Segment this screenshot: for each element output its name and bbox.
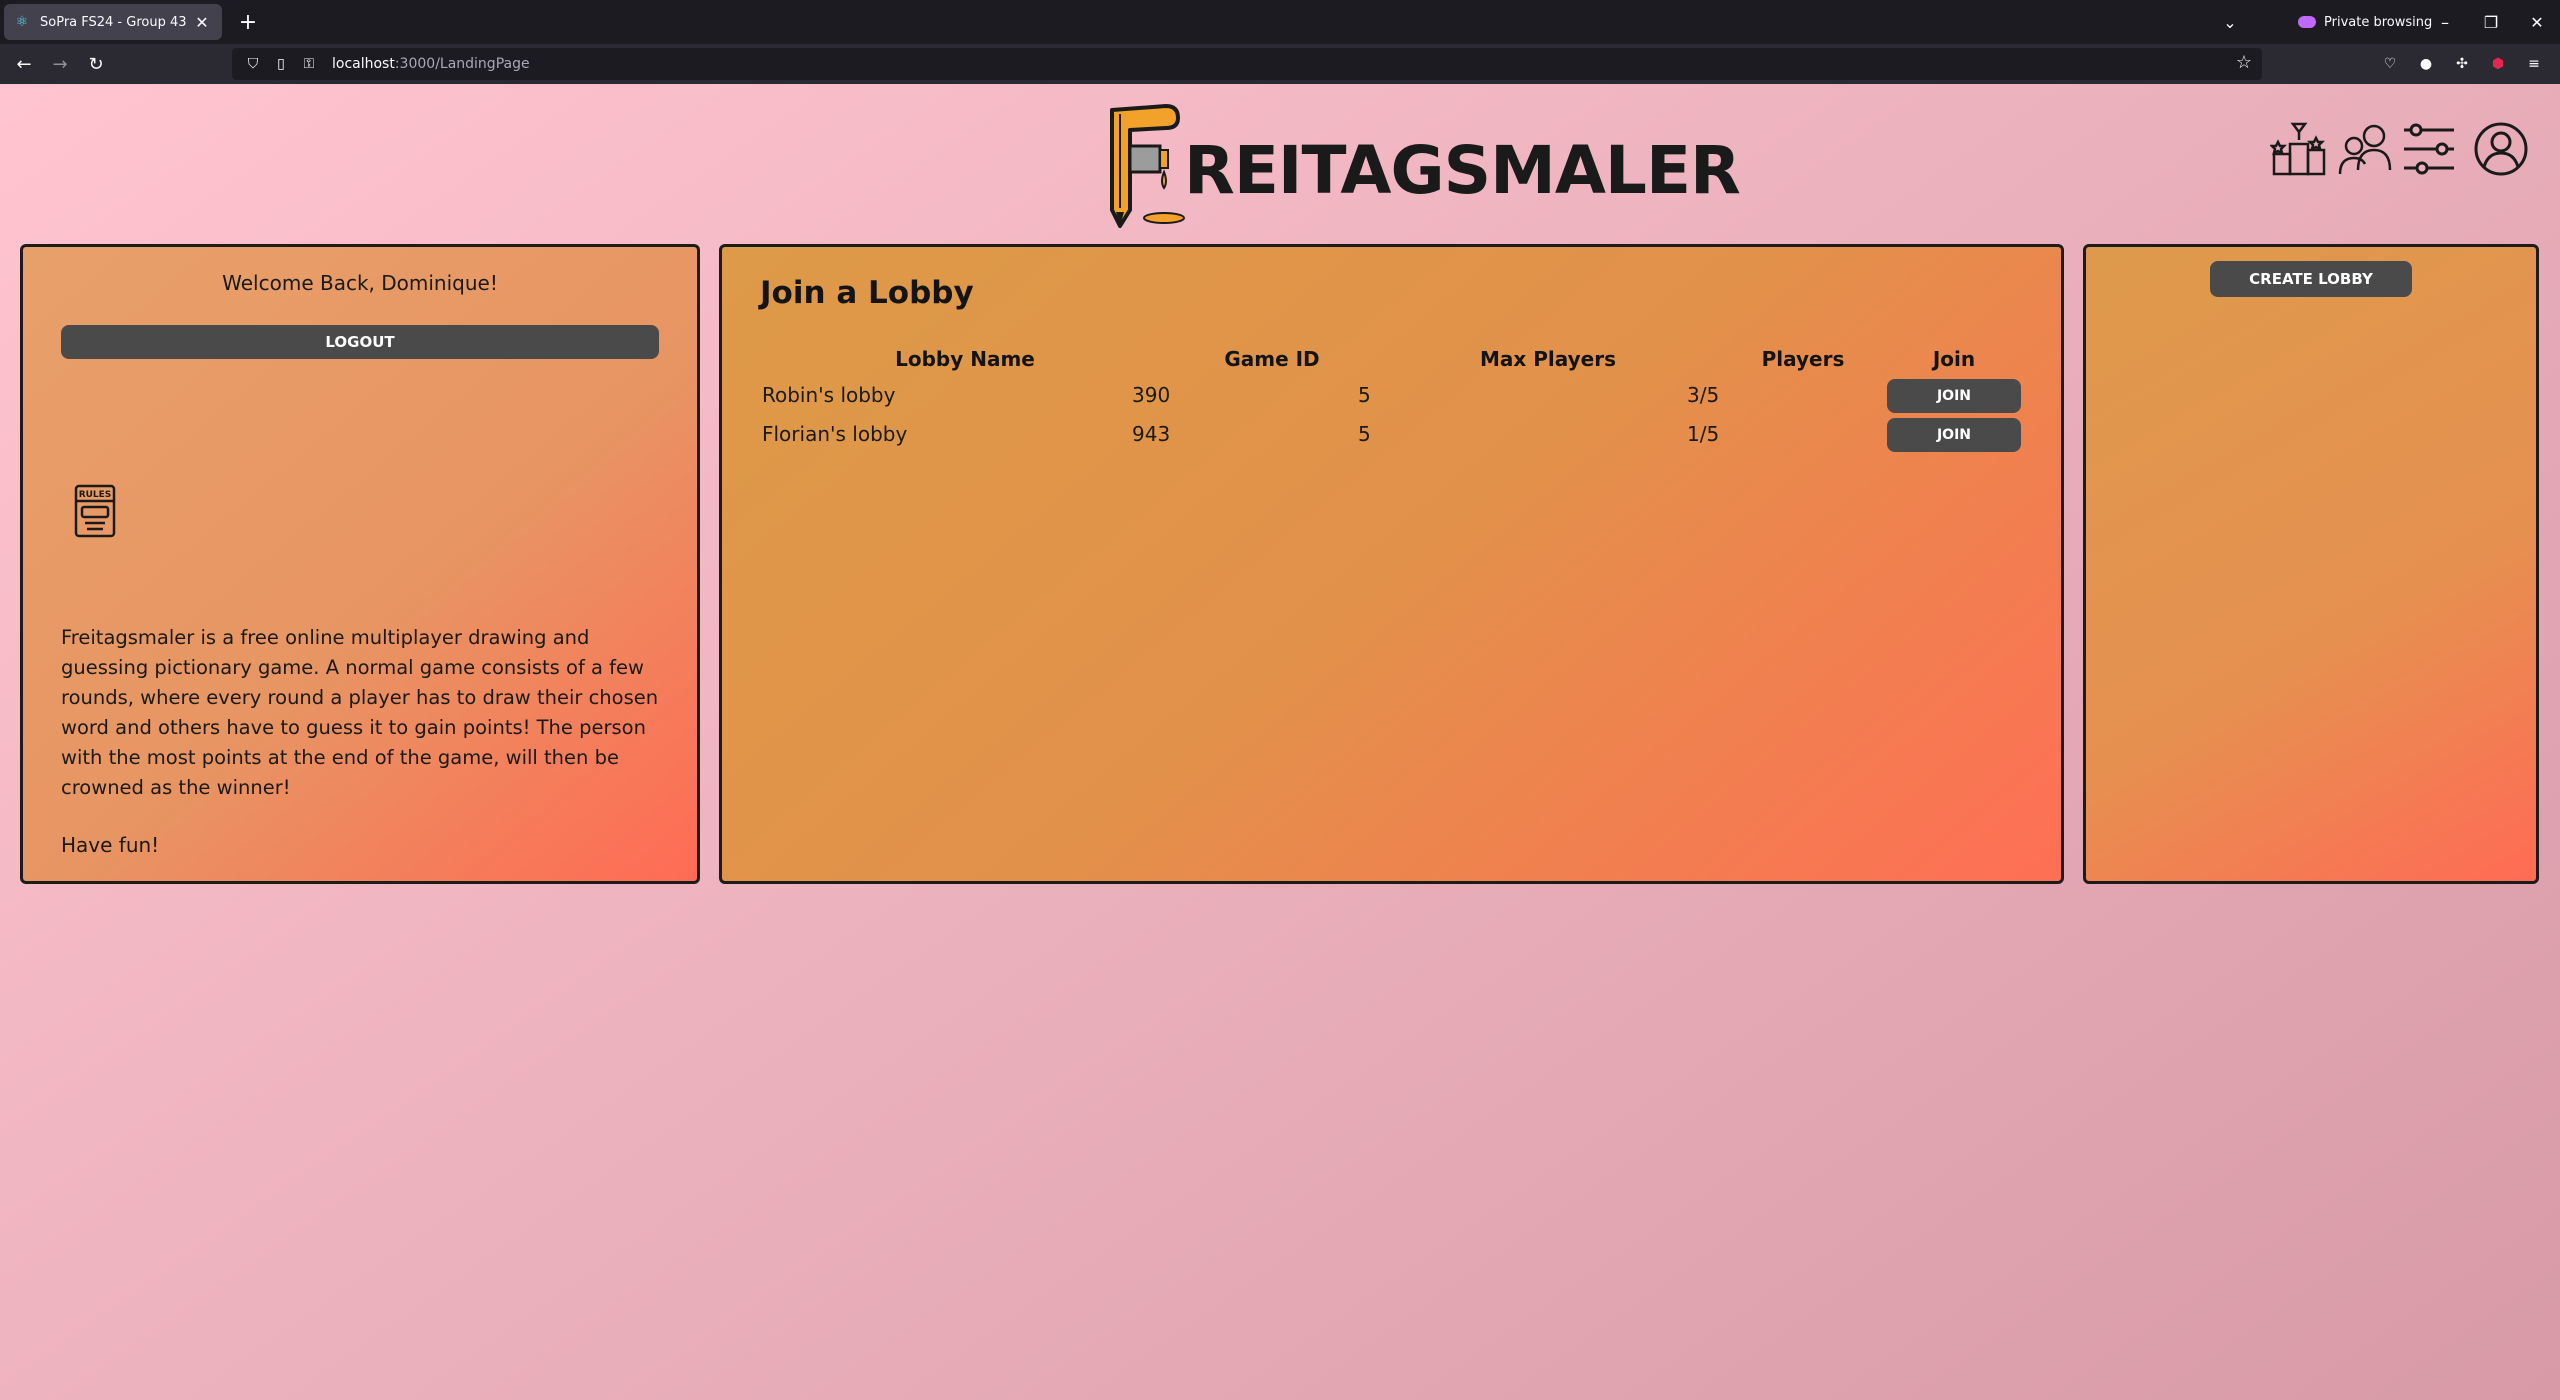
list-tabs-icon[interactable]: ⌄ [2218, 10, 2242, 34]
settings-sliders-icon[interactable] [2400, 120, 2458, 178]
key-icon[interactable]: ⚿ [298, 56, 320, 72]
url-host: localhost [332, 56, 395, 72]
players-cell: 3/5 [1687, 383, 1720, 407]
logout-button[interactable]: LOGOUT [61, 325, 659, 359]
game-id-cell: 943 [1132, 422, 1171, 446]
menu-icon[interactable]: ≡ [2522, 52, 2546, 76]
forward-icon[interactable]: → [46, 50, 74, 78]
rules-icon-text: RULES [79, 490, 112, 500]
join-lobby-button[interactable]: JOIN [1887, 418, 2021, 452]
players-cell: 1/5 [1687, 422, 1720, 446]
leaderboard-podium-icon[interactable] [2270, 120, 2328, 178]
column-header-lobby-name: Lobby Name [895, 347, 1035, 371]
restore-icon[interactable]: ❐ [2476, 8, 2506, 36]
create-lobby-panel: CREATE LOBBY [2083, 244, 2539, 884]
game-id-cell: 390 [1132, 383, 1171, 407]
join-lobby-title: Join a Lobby [760, 275, 974, 311]
url-bar[interactable]: ⛉ ▯ ⚿ localhost:3000/LandingPage ☆ [232, 48, 2262, 80]
minimize-icon[interactable]: – [2430, 8, 2460, 36]
private-browsing-indicator: Private browsing [2298, 10, 2432, 34]
lobby-name-cell: Robin's lobby [762, 383, 896, 407]
create-lobby-button[interactable]: CREATE LOBBY [2210, 261, 2412, 297]
reload-icon[interactable]: ↻ [82, 50, 110, 78]
lobby-name-cell: Florian's lobby [762, 422, 908, 446]
rules-book-icon[interactable]: RULES [73, 483, 117, 539]
close-window-icon[interactable]: ✕ [2522, 8, 2552, 36]
have-fun-text: Have fun! [61, 833, 160, 857]
column-header-max-players: Max Players [1479, 347, 1617, 371]
bookmark-star-icon[interactable]: ☆ [2236, 52, 2252, 73]
shield-icon[interactable]: ⛉ [242, 56, 264, 72]
landing-page: REITAGSMALER Welcome Back, Dominique! LO… [0, 84, 2560, 1400]
new-tab-icon[interactable]: + [234, 8, 262, 36]
freitagsmaler-logo: REITAGSMALER [1106, 100, 1741, 230]
column-header-game-id: Game ID [1224, 347, 1320, 371]
friends-icon[interactable] [2336, 120, 2394, 178]
join-lobby-button[interactable]: JOIN [1887, 379, 2021, 413]
back-icon[interactable]: ← [10, 50, 38, 78]
user-profile-icon[interactable] [2472, 120, 2530, 178]
welcome-panel: Welcome Back, Dominique! LOGOUT RULES Fr… [20, 244, 700, 884]
browser-tab-bar: ⚛ SoPra FS24 - Group 43 ✕ + ⌄ Private br… [0, 0, 2560, 44]
logo-text: REITAGSMALER [1184, 131, 1741, 209]
max-players-cell: 5 [1358, 422, 1371, 446]
game-description: Freitagsmaler is a free online multiplay… [61, 626, 659, 799]
account-icon[interactable]: ● [2414, 52, 2438, 76]
pencil-f-logo-icon [1110, 104, 1185, 228]
pocket-icon[interactable]: ♡ [2378, 52, 2402, 76]
column-header-players: Players [1761, 347, 1845, 371]
tab-title: SoPra FS24 - Group 43 [40, 14, 187, 30]
url-path: :3000/LandingPage [394, 56, 530, 72]
tab-close-icon[interactable]: ✕ [192, 13, 212, 32]
max-players-cell: 5 [1358, 383, 1371, 407]
join-lobby-panel: Join a Lobby Lobby Name Game ID Max Play… [719, 244, 2064, 884]
private-mask-icon [2298, 16, 2316, 28]
private-browsing-label: Private browsing [2324, 14, 2433, 30]
column-header-join: Join [1932, 347, 1976, 371]
page-icon: ▯ [277, 56, 285, 72]
welcome-greeting: Welcome Back, Dominique! [222, 271, 498, 295]
browser-nav-bar: ← → ↻ ⛉ ▯ ⚿ localhost:3000/LandingPage ☆… [0, 44, 2560, 84]
browser-tab[interactable]: ⚛ SoPra FS24 - Group 43 ✕ [4, 4, 222, 40]
ublock-icon[interactable]: ⬢ [2486, 52, 2510, 76]
react-favicon-icon: ⚛ [15, 14, 29, 30]
extensions-icon[interactable]: ✣ [2450, 52, 2474, 76]
